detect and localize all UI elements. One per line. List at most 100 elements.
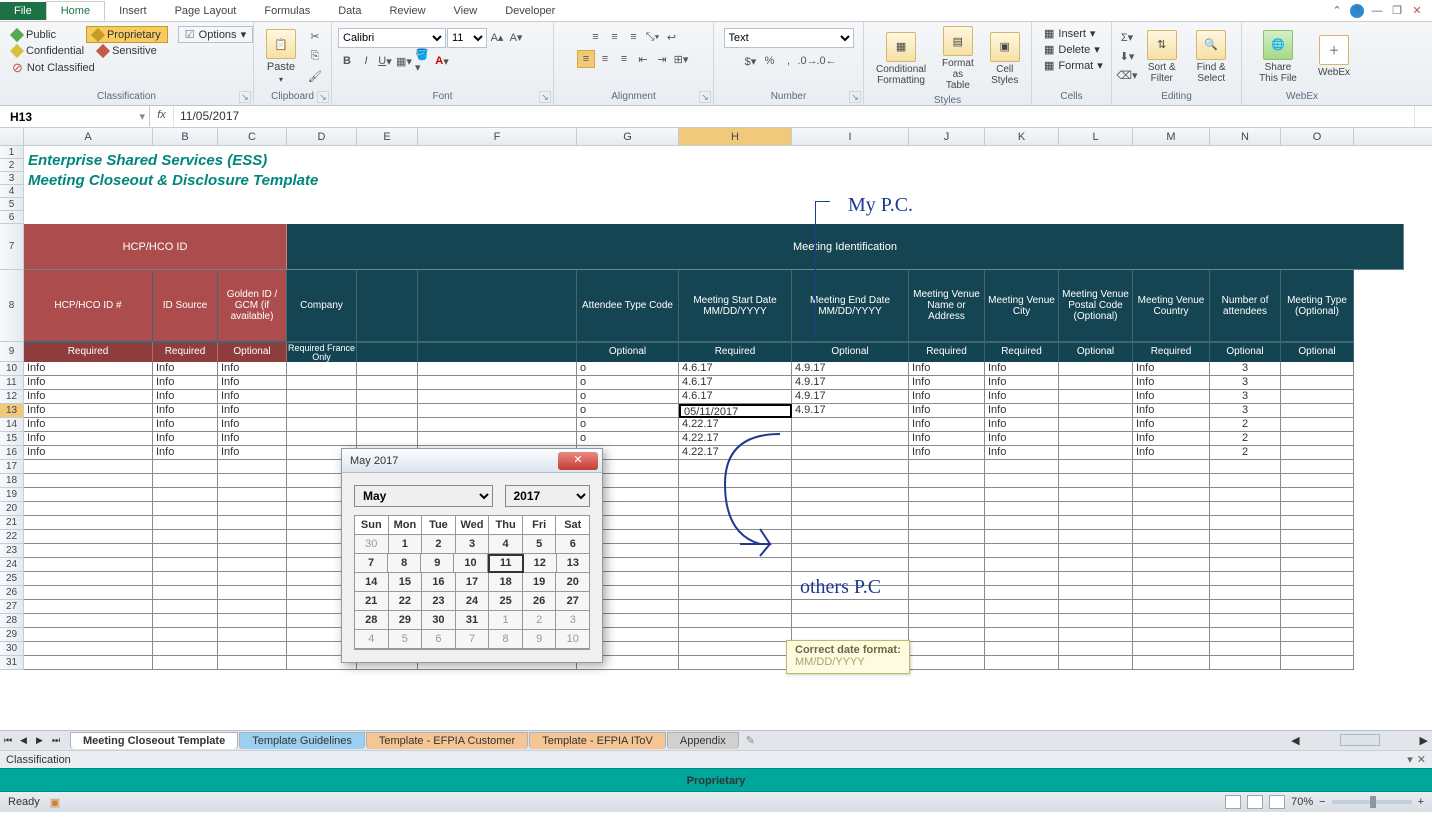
cell-N23[interactable] [1210, 544, 1281, 558]
cell-A20[interactable] [24, 502, 153, 516]
cell-M18[interactable] [1133, 474, 1210, 488]
find-select-button[interactable]: 🔍Find & Select [1188, 28, 1236, 86]
cell-F13[interactable] [418, 404, 577, 418]
align-right-icon[interactable]: ≡ [615, 50, 633, 68]
sort-filter-button[interactable]: ⇅Sort & Filter [1140, 28, 1184, 86]
cell-I23[interactable] [792, 544, 909, 558]
dp-day[interactable]: 28 [355, 611, 389, 630]
format-cells-button[interactable]: ▦ Format ▾ [1038, 58, 1109, 73]
cell-K24[interactable] [985, 558, 1059, 572]
fx-icon[interactable]: fx [150, 106, 174, 127]
dp-day[interactable]: 30 [355, 535, 389, 554]
cell-M30[interactable] [1133, 642, 1210, 656]
pagelayout-tab[interactable]: Page Layout [161, 2, 251, 20]
cell-O17[interactable] [1281, 460, 1354, 474]
merge-icon[interactable]: ⊞▾ [672, 50, 690, 68]
home-tab[interactable]: Home [46, 1, 105, 21]
public-btn[interactable]: Public [6, 26, 62, 43]
row-3[interactable]: 3 [0, 172, 24, 185]
cond-format-button[interactable]: ▦Conditional Formatting [870, 30, 932, 88]
webex-button[interactable]: ＋WebEx [1312, 33, 1356, 80]
cell-G10[interactable]: o [577, 362, 679, 376]
cell-M13[interactable]: Info [1133, 404, 1210, 418]
cell-N27[interactable] [1210, 600, 1281, 614]
cell-O19[interactable] [1281, 488, 1354, 502]
hscroll-left-icon[interactable]: ◀ [1291, 734, 1299, 747]
delete-cells-button[interactable]: ▦ Delete ▾ [1038, 42, 1106, 57]
cell-L27[interactable] [1059, 600, 1133, 614]
datepicker-close-icon[interactable]: ✕ [558, 452, 598, 470]
cell-I24[interactable] [792, 558, 909, 572]
cell-A13[interactable]: Info [24, 404, 153, 418]
cell-O24[interactable] [1281, 558, 1354, 572]
col-K[interactable]: K [985, 128, 1059, 145]
cell-K26[interactable] [985, 586, 1059, 600]
row-16[interactable]: 16 [0, 446, 24, 460]
cell-N19[interactable] [1210, 488, 1281, 502]
cell-B21[interactable] [153, 516, 218, 530]
row-24[interactable]: 24 [0, 558, 24, 572]
cell-C11[interactable]: Info [218, 376, 287, 390]
cell-L22[interactable] [1059, 530, 1133, 544]
cell-K30[interactable] [985, 642, 1059, 656]
dp-day[interactable]: 7 [456, 630, 490, 649]
cell-C17[interactable] [218, 460, 287, 474]
col-A[interactable]: A [24, 128, 153, 145]
cell-O12[interactable] [1281, 390, 1354, 404]
cell-M14[interactable]: Info [1133, 418, 1210, 432]
cell-E13[interactable] [357, 404, 418, 418]
cell-J25[interactable] [909, 572, 985, 586]
cell-A30[interactable] [24, 642, 153, 656]
dp-day[interactable]: 5 [523, 535, 557, 554]
align-left-icon[interactable]: ≡ [577, 50, 595, 68]
number-format-select[interactable]: Text [724, 28, 854, 48]
cell-J22[interactable] [909, 530, 985, 544]
cell-A16[interactable]: Info [24, 446, 153, 460]
dp-day[interactable]: 7 [355, 554, 388, 573]
indent-inc-icon[interactable]: ⇥ [653, 50, 671, 68]
cell-J27[interactable] [909, 600, 985, 614]
cell-K29[interactable] [985, 628, 1059, 642]
cell-C22[interactable] [218, 530, 287, 544]
cell-H26[interactable] [679, 586, 792, 600]
cell-B17[interactable] [153, 460, 218, 474]
cell-O30[interactable] [1281, 642, 1354, 656]
cell-A24[interactable] [24, 558, 153, 572]
cell-C20[interactable] [218, 502, 287, 516]
col-D[interactable]: D [287, 128, 357, 145]
cell-E12[interactable] [357, 390, 418, 404]
view-layout-icon[interactable] [1247, 795, 1263, 809]
cell-A14[interactable]: Info [24, 418, 153, 432]
dp-day[interactable]: 22 [389, 592, 423, 611]
row-27[interactable]: 27 [0, 600, 24, 614]
ribbon-min-icon[interactable]: ⌃ [1330, 4, 1344, 18]
dp-day[interactable]: 9 [421, 554, 454, 573]
cell-M31[interactable] [1133, 656, 1210, 670]
cell-N12[interactable]: 3 [1210, 390, 1281, 404]
dp-day[interactable]: 3 [456, 535, 490, 554]
cell-J26[interactable] [909, 586, 985, 600]
grow-font-icon[interactable]: A▴ [488, 28, 506, 46]
dp-day[interactable]: 10 [556, 630, 589, 649]
hscroll-thumb[interactable] [1340, 734, 1380, 746]
cell-C10[interactable]: Info [218, 362, 287, 376]
cell-L11[interactable] [1059, 376, 1133, 390]
cell-D10[interactable] [287, 362, 357, 376]
cell-C26[interactable] [218, 586, 287, 600]
cell-J11[interactable]: Info [909, 376, 985, 390]
view-pagebreak-icon[interactable] [1269, 795, 1285, 809]
cell-C25[interactable] [218, 572, 287, 586]
cell-M15[interactable]: Info [1133, 432, 1210, 446]
classbar-close-icon[interactable]: ✕ [1417, 753, 1426, 766]
cell-A17[interactable] [24, 460, 153, 474]
cell-O23[interactable] [1281, 544, 1354, 558]
row-15[interactable]: 15 [0, 432, 24, 446]
cell-B30[interactable] [153, 642, 218, 656]
cell-G13[interactable]: o [577, 404, 679, 418]
cell-J15[interactable]: Info [909, 432, 985, 446]
sheet-efpia-itov[interactable]: Template - EFPIA IToV [529, 732, 666, 749]
col-F[interactable]: F [418, 128, 577, 145]
col-G[interactable]: G [577, 128, 679, 145]
formula-bar[interactable]: 11/05/2017 [174, 106, 1414, 127]
cell-I18[interactable] [792, 474, 909, 488]
